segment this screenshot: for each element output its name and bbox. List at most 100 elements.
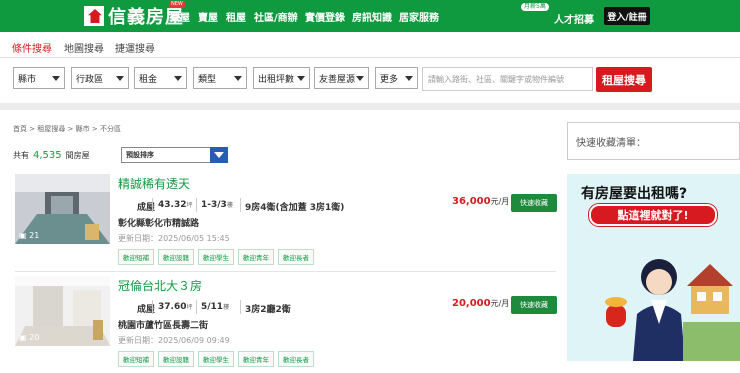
result-count: 共有 4,535 間房屋 xyxy=(13,150,90,161)
tag: 歡迎長者 xyxy=(278,351,314,367)
listing-floor: 5/11樓 xyxy=(201,302,229,312)
listing-price-unit: 元/月 xyxy=(490,299,510,308)
listing-card[interactable]: ▣ 21 精誠稀有透天 成屋 43.32坪 1-3/3樓 9房4衛(含加蓋 3房… xyxy=(0,174,560,272)
tag: 歡迎青年 xyxy=(238,351,274,367)
listing-price-value: 20,000 xyxy=(452,298,491,309)
listing-title[interactable]: 冠倫台北大３房 xyxy=(118,277,202,294)
breadcrumb-home[interactable]: 首頁 xyxy=(13,125,27,133)
friendly-select[interactable]: 友善屋源 xyxy=(314,67,369,89)
search-mode-tabs: 條件搜尋 地圖搜尋 捷運搜尋 xyxy=(0,32,740,60)
breadcrumb-rent-search[interactable]: 租屋搜尋 xyxy=(37,125,65,133)
chevron-down-icon[interactable] xyxy=(210,147,228,163)
divider xyxy=(15,271,556,272)
chevron-down-icon xyxy=(356,76,364,81)
city-select-label: 縣市 xyxy=(18,74,37,85)
photo-count-value: 20 xyxy=(29,333,40,342)
quick-favorite-button[interactable]: 快速收藏 xyxy=(511,296,557,314)
area-select-label: 出租坪數 xyxy=(258,74,295,85)
rent-out-ad-banner[interactable]: 有房屋要出租嗎? 點這裡就對了! xyxy=(567,174,740,361)
listing-size-value: 37.60 xyxy=(158,302,187,312)
photo-count-value: 21 xyxy=(29,231,40,240)
nav-community-office[interactable]: 社區/商辦 xyxy=(254,9,298,24)
listing-updated: 更新日期：2025/06/05 15:45 xyxy=(118,234,230,243)
chevron-down-icon xyxy=(234,76,242,81)
login-register-button[interactable]: 登入/註冊 xyxy=(604,7,650,25)
listing-updated: 更新日期：2025/06/09 09:49 xyxy=(118,336,230,345)
keyword-search-input[interactable]: 請輸入路街、社區、關鍵字或物件編號 xyxy=(422,67,593,91)
result-suffix: 間房屋 xyxy=(65,151,90,160)
photo-count: ▣ 21 xyxy=(19,231,40,240)
nav-home-services[interactable]: 居家服務 xyxy=(399,9,439,24)
chevron-down-icon xyxy=(116,76,124,81)
nav-rent[interactable]: 租屋 xyxy=(226,9,246,24)
result-prefix: 共有 xyxy=(13,151,29,160)
listing-price: 20,000元/月 xyxy=(452,298,509,309)
rent-select[interactable]: 租金 xyxy=(134,67,187,89)
listing-address: 桃園市蘆竹區長壽二街 xyxy=(118,321,209,331)
nav-jobs[interactable]: 人才招募 xyxy=(554,11,594,26)
breadcrumb: 首頁 > 租屋搜尋 > 縣市 > 不分區 xyxy=(13,125,121,133)
brand-logo[interactable]: 信義房屋 xyxy=(84,5,184,28)
result-number: 4,535 xyxy=(33,150,62,161)
ad-cta-button[interactable]: 點這裡就對了! xyxy=(589,204,717,226)
tag: 歡迎短補 xyxy=(118,351,154,367)
listing-layout: 9房4衛(含加蓋 3房1衛) xyxy=(245,203,345,213)
separator xyxy=(152,198,153,212)
favorites-panel[interactable]: 快速收藏清單： xyxy=(567,122,740,160)
listing-address: 彰化縣彰化市精誠路 xyxy=(118,219,200,229)
city-select[interactable]: 縣市 xyxy=(13,67,65,89)
sort-select[interactable]: 預設排序 xyxy=(121,147,228,163)
separator xyxy=(240,300,241,314)
area-select[interactable]: 出租坪數 xyxy=(253,67,310,89)
more-select[interactable]: 更多 xyxy=(375,67,418,89)
sort-select-label: 預設排序 xyxy=(126,151,154,159)
tab-map-search[interactable]: 地圖搜尋 xyxy=(64,40,104,55)
breadcrumb-city[interactable]: 縣市 xyxy=(76,125,90,133)
rent-search-button[interactable]: 租屋搜尋 xyxy=(596,67,652,92)
nav-sell[interactable]: 賣屋 xyxy=(198,9,218,24)
chevron-down-icon xyxy=(174,76,182,81)
listing-photo[interactable]: ▣ 20 xyxy=(15,276,110,346)
listing-size-value: 43.32 xyxy=(158,200,187,210)
separator xyxy=(196,198,197,212)
district-select[interactable]: 行政區 xyxy=(71,67,129,89)
listing-tags: 歡迎短補 歡迎設籍 歡迎學生 歡迎青年 歡迎長者 xyxy=(118,351,314,367)
type-select-label: 類型 xyxy=(198,74,217,85)
new-badge: NEW xyxy=(169,1,185,8)
nav-housing-news[interactable]: 房訊知識 xyxy=(352,9,392,24)
listing-floor-unit: 樓 xyxy=(226,202,233,209)
listing-size-unit: 坪 xyxy=(186,304,193,311)
more-select-label: 更多 xyxy=(380,74,399,85)
listing-floor-unit: 樓 xyxy=(223,304,230,311)
listing-price-value: 36,000 xyxy=(452,196,491,207)
tab-condition-search[interactable]: 條件搜尋 xyxy=(12,40,52,60)
listing-title[interactable]: 精誠稀有透天 xyxy=(118,175,190,192)
rent-select-label: 租金 xyxy=(139,74,158,85)
tag: 歡迎設籍 xyxy=(158,249,194,265)
separator xyxy=(240,198,241,212)
photo-count: ▣ 20 xyxy=(19,333,40,342)
type-select[interactable]: 類型 xyxy=(193,67,247,89)
nav-buy[interactable]: 買屋 xyxy=(170,9,190,24)
nav-real-price[interactable]: 實價登錄 xyxy=(305,9,345,24)
listing-price: 36,000元/月 xyxy=(452,196,509,207)
separator xyxy=(196,300,197,314)
house-logo-icon xyxy=(84,6,104,26)
listing-size: 37.60坪 xyxy=(158,302,192,312)
tab-mrt-search[interactable]: 捷運搜尋 xyxy=(115,40,155,55)
chevron-down-icon xyxy=(405,76,413,81)
tag: 歡迎短補 xyxy=(118,249,154,265)
listing-photo[interactable]: ▣ 21 xyxy=(15,174,110,244)
listing-card[interactable]: ▣ 20 冠倫台北大３房 成屋 37.60坪 5/11樓 3房2廳2衛 桃園市蘆… xyxy=(0,276,560,373)
quick-favorite-button[interactable]: 快速收藏 xyxy=(511,194,557,212)
listing-size-unit: 坪 xyxy=(186,202,193,209)
listing-floor-value: 5/11 xyxy=(201,302,224,312)
breadcrumb-all-districts[interactable]: 不分區 xyxy=(100,125,121,133)
district-select-label: 行政區 xyxy=(76,74,104,85)
top-navigation-bar: 信義房屋 買屋 NEW 賣屋 租屋 社區/商辦 實價登錄 房訊知識 居家服務 月… xyxy=(0,0,740,32)
listing-size: 43.32坪 xyxy=(158,200,192,210)
listing-floor-value: 1-3/3 xyxy=(201,200,227,210)
listing-floor: 1-3/3樓 xyxy=(201,200,233,210)
chevron-down-icon xyxy=(52,76,60,81)
friendly-select-label: 友善屋源 xyxy=(319,74,356,85)
